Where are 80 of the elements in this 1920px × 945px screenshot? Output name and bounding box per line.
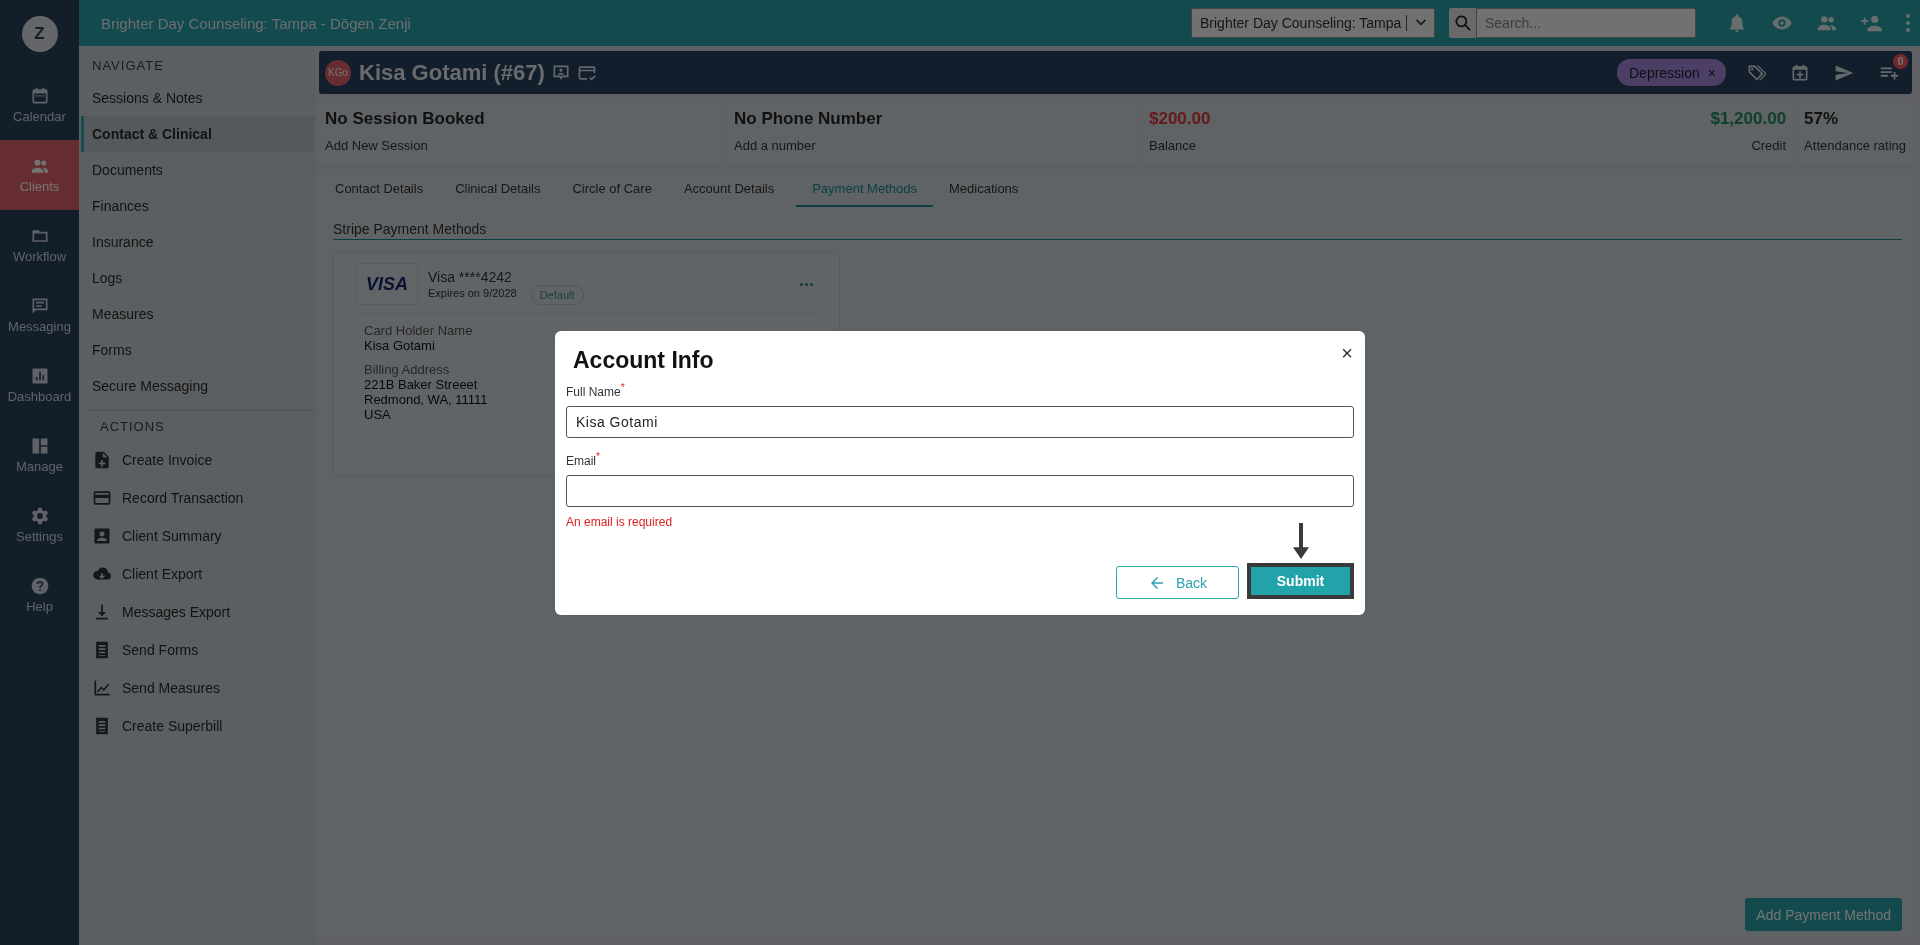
- settings-icon: [29, 506, 50, 526]
- dialog-title: Account Info: [573, 347, 714, 374]
- section-heading: NAVIGATE: [91, 57, 165, 75]
- rail-nav-item[interactable]: Calendar: [0, 70, 79, 140]
- card-number: Visa ****4242: [428, 269, 513, 285]
- remove-tag-button[interactable]: ×: [1707, 64, 1716, 81]
- calendar-plus-icon: [1790, 62, 1810, 83]
- tab[interactable]: Circle of Care: [562, 171, 668, 207]
- sidebar-action[interactable]: Create Invoice: [84, 441, 315, 479]
- rail-nav-item[interactable]: Help: [0, 560, 79, 630]
- field-label: Full Name$^{*}$: [566, 382, 626, 399]
- client-avatar: KGo: [325, 59, 351, 86]
- field-label: Billing Address: [364, 362, 451, 377]
- user-avatar[interactable]: Z: [21, 16, 58, 52]
- sidebar-nav-item[interactable]: Forms: [81, 332, 315, 368]
- rail-nav-item[interactable]: Settings: [0, 490, 79, 560]
- rail-nav-item[interactable]: Clients: [0, 140, 79, 210]
- line-chart-icon: [92, 678, 112, 698]
- sidebar-action[interactable]: Create Superbill: [84, 707, 315, 745]
- stat-label: Credit: [1751, 138, 1787, 153]
- sidebar-nav-item[interactable]: Measures: [81, 296, 315, 332]
- sidebar-action[interactable]: Messages Export: [84, 593, 315, 631]
- card-brand-logo: VISA: [356, 263, 418, 305]
- text-field[interactable]: Kisa Gotami: [566, 406, 1354, 438]
- tab[interactable]: Account Details: [673, 171, 791, 207]
- pointer-arrow-icon: [1292, 523, 1309, 559]
- rail-nav-item[interactable]: Manage: [0, 420, 79, 490]
- stat-label: Attendance rating: [1804, 138, 1906, 153]
- close-button[interactable]: ×: [1341, 343, 1353, 363]
- text-field[interactable]: [566, 475, 1354, 507]
- card-holder-name: Kisa Gotami: [364, 338, 435, 353]
- stat-value: No Session Booked: [325, 109, 486, 129]
- field-label: Card Holder Name: [364, 323, 474, 338]
- person-card-icon: [92, 526, 112, 546]
- submit-button[interactable]: Submit: [1247, 563, 1354, 599]
- tab[interactable]: Payment Methods: [796, 171, 933, 207]
- search-button[interactable]: [1449, 8, 1476, 38]
- stat-label: Add New Session: [325, 138, 429, 153]
- stat-value: 57%: [1804, 109, 1840, 129]
- client-name: Kisa Gotami (#67): [359, 59, 545, 86]
- tab[interactable]: Contact Details: [325, 171, 440, 207]
- back-button[interactable]: Back: [1116, 566, 1239, 599]
- balance-value: $200.00: [1149, 109, 1211, 129]
- sidebar-nav-item[interactable]: Logs: [81, 260, 315, 296]
- sidebar-action[interactable]: Send Measures: [84, 669, 315, 707]
- sidebar-nav-item[interactable]: Contact & Clinical: [81, 116, 315, 152]
- sidebar-action[interactable]: Client Export: [84, 555, 315, 593]
- more-icon: [1906, 14, 1910, 32]
- sidebar-action[interactable]: Send Forms: [84, 631, 315, 669]
- app-title: Brighter Day Counseling: Tampa - Dōgen Zenji: [101, 14, 412, 32]
- stat-label: Balance: [1149, 138, 1196, 153]
- tag-label: Depression: [1629, 64, 1700, 81]
- error-message: An email is required: [566, 515, 674, 529]
- stat-label: Add a number: [734, 138, 817, 153]
- rail-nav-item[interactable]: Workflow: [0, 210, 79, 280]
- sidebar-nav-item[interactable]: Sessions & Notes: [81, 80, 315, 116]
- file-plus-icon: [92, 450, 112, 470]
- credit-value: $1,200.00: [1710, 109, 1787, 129]
- section-heading: ACTIONS: [99, 418, 166, 436]
- tab[interactable]: Clinical Details: [445, 171, 557, 207]
- rail-nav-item[interactable]: Dashboard: [0, 350, 79, 420]
- field-label: Email$^{*}$: [566, 451, 601, 468]
- tab[interactable]: Medications: [939, 171, 1035, 207]
- credit-card-icon: [92, 488, 112, 508]
- stat-value: No Phone Number: [734, 109, 884, 129]
- add-payment-method-button[interactable]: Add Payment Method: [1745, 898, 1902, 931]
- help-icon: [29, 576, 50, 596]
- billing-address: 221B Baker Streeet Redmond, WA, 11111 USA: [364, 377, 488, 422]
- sidebar-action[interactable]: Client Summary: [84, 517, 315, 555]
- location-select[interactable]: Brighter Day Counseling: Tampa: [1191, 8, 1435, 38]
- card-expiry: Expires on 9/2028: [428, 287, 517, 299]
- sidebar-nav-item[interactable]: Insurance: [81, 224, 315, 260]
- count-badge: 0: [1893, 53, 1908, 69]
- sidebar-nav-item[interactable]: Secure Messaging: [81, 368, 315, 404]
- rail-nav-item[interactable]: Messaging: [0, 280, 79, 350]
- sidebar-nav-item[interactable]: Documents: [81, 152, 315, 188]
- sidebar-action[interactable]: Record Transaction: [84, 479, 315, 517]
- chat-icon: [29, 296, 50, 316]
- section-heading: Stripe Payment Methods: [333, 221, 1902, 240]
- sidebar-nav-item[interactable]: Finances: [81, 188, 315, 224]
